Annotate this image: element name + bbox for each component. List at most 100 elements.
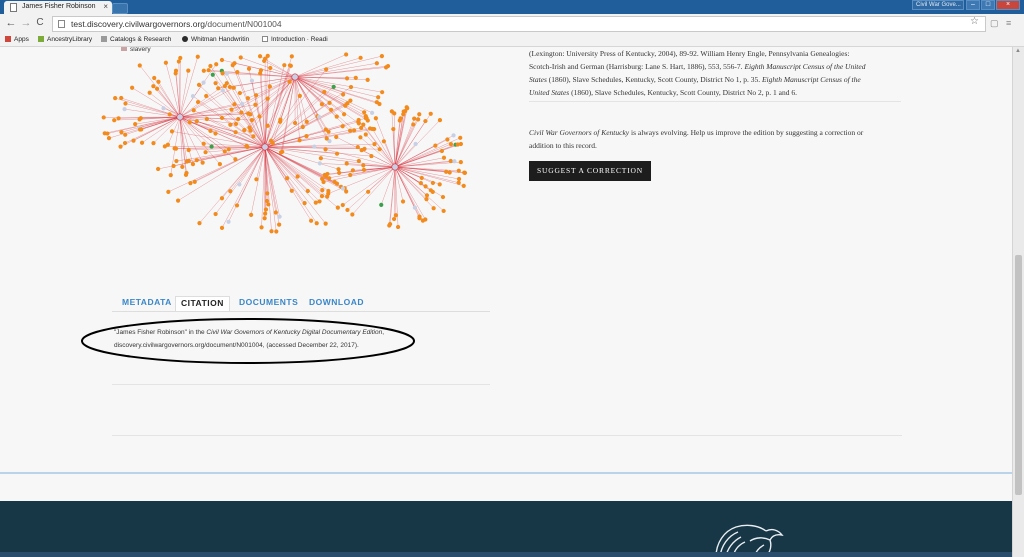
graph-node: [186, 68, 191, 73]
graph-node: [118, 144, 123, 149]
extension-icon[interactable]: ▢: [990, 18, 999, 29]
graph-edge: [264, 55, 268, 148]
graph-edge: [394, 166, 424, 221]
back-button[interactable]: ←: [4, 17, 18, 29]
graph-node: [220, 88, 225, 93]
graph-node: [154, 86, 160, 91]
graph-node: [245, 144, 250, 149]
graph-node: [365, 77, 370, 82]
tab-documents[interactable]: DOCUMENTS: [239, 297, 298, 307]
menu-icon[interactable]: ≡: [1006, 18, 1011, 28]
bookmark-introduction[interactable]: Introduction · Readi: [262, 36, 328, 43]
graph-edge: [294, 76, 344, 95]
graph-node: [423, 118, 428, 124]
graph-node: [304, 133, 309, 139]
graph-edge: [230, 146, 266, 192]
reload-button[interactable]: C: [33, 17, 47, 28]
graph-edge: [230, 76, 296, 125]
divider: [529, 101, 901, 102]
graph-node: [391, 216, 397, 222]
graph-node: [317, 161, 322, 166]
citation-text: "James Fisher Robinson" in the Civil War…: [114, 326, 434, 352]
graph-node: [319, 102, 325, 107]
bookmark-star-icon[interactable]: ☆: [970, 16, 979, 27]
graph-node: [219, 196, 225, 201]
tab-download[interactable]: DOWNLOAD: [309, 297, 364, 307]
bookmark-catalogs[interactable]: Catalogs & Research: [101, 36, 171, 43]
graph-node: [400, 199, 406, 204]
graph-node: [222, 83, 227, 89]
page-scrollbar[interactable]: ▲: [1012, 47, 1024, 557]
graph-node: [295, 174, 300, 179]
graph-edge: [168, 146, 266, 193]
graph-node: [273, 210, 278, 215]
graph-node: [219, 225, 225, 230]
graph-node: [265, 96, 270, 101]
graph-node: [119, 130, 124, 135]
graph-node: [297, 138, 302, 143]
edition-title: Civil War Governors of Kentucky Digital …: [206, 329, 383, 336]
graph-node: [220, 71, 225, 76]
graph-node: [178, 55, 183, 61]
tab-metadata[interactable]: METADATA: [122, 297, 172, 307]
graph-node: [270, 141, 275, 146]
graph-node: [119, 95, 124, 101]
graph-node: [122, 140, 128, 146]
maximize-icon[interactable]: □: [981, 0, 995, 10]
suggest-correction-button[interactable]: SUGGEST A CORRECTION: [529, 161, 651, 181]
bookmark-whitman[interactable]: Whitman Handwritin: [182, 36, 249, 43]
graph-node: [334, 151, 340, 156]
new-tab-button[interactable]: [112, 3, 128, 14]
graph-node: [137, 117, 142, 122]
graph-node: [251, 134, 256, 139]
graph-hub-node: [291, 73, 299, 81]
graph-node: [233, 157, 238, 162]
graph-node: [300, 124, 305, 130]
graph-node: [246, 66, 252, 71]
minimize-icon[interactable]: –: [966, 0, 980, 10]
graph-node: [340, 124, 345, 129]
graph-node: [318, 156, 323, 161]
graph-node: [169, 129, 175, 134]
scroll-up-icon[interactable]: ▲: [1015, 48, 1021, 54]
graph-node: [437, 118, 443, 123]
graph-node: [265, 191, 270, 196]
graph-node: [190, 93, 196, 99]
network-graph[interactable]: [100, 47, 490, 277]
close-window-icon[interactable]: ×: [996, 0, 1020, 10]
graph-node: [113, 96, 118, 101]
graph-node: [282, 63, 287, 68]
graph-node: [423, 184, 428, 189]
graph-node: [377, 147, 382, 152]
graph-node: [123, 101, 128, 106]
graph-node: [324, 136, 329, 141]
bookmark-apps[interactable]: Apps: [5, 36, 29, 43]
graph-node: [324, 67, 329, 72]
tab-citation[interactable]: CITATION: [175, 296, 230, 312]
close-tab-icon[interactable]: ×: [103, 2, 108, 11]
graph-node: [405, 106, 410, 111]
scrollbar-thumb[interactable]: [1015, 255, 1022, 495]
graph-node: [278, 150, 284, 155]
graph-node: [240, 101, 245, 107]
graph-node: [411, 122, 416, 127]
graph-node: [323, 221, 328, 226]
graph-edge: [294, 57, 361, 78]
graph-node: [222, 149, 227, 154]
graph-node: [232, 102, 237, 107]
graph-node: [242, 127, 247, 133]
graph-edge: [179, 64, 217, 118]
browser-tab[interactable]: James Fisher Robinson ×: [4, 1, 112, 14]
graph-edge: [294, 63, 377, 78]
graph-node: [213, 211, 218, 217]
forward-button[interactable]: →: [19, 17, 33, 29]
graph-node: [131, 138, 136, 143]
graph-node: [340, 186, 345, 191]
address-bar[interactable]: test.discovery.civilwargovernors.org/doc…: [52, 16, 986, 32]
graph-edge: [179, 90, 223, 118]
address-toolbar: ← → C test.discovery.civilwargovernors.o…: [0, 14, 1024, 34]
graph-node: [376, 95, 381, 100]
graph-node: [133, 122, 138, 127]
graph-edge: [264, 86, 271, 148]
bookmark-ancestry[interactable]: AncestryLibrary: [38, 36, 92, 43]
